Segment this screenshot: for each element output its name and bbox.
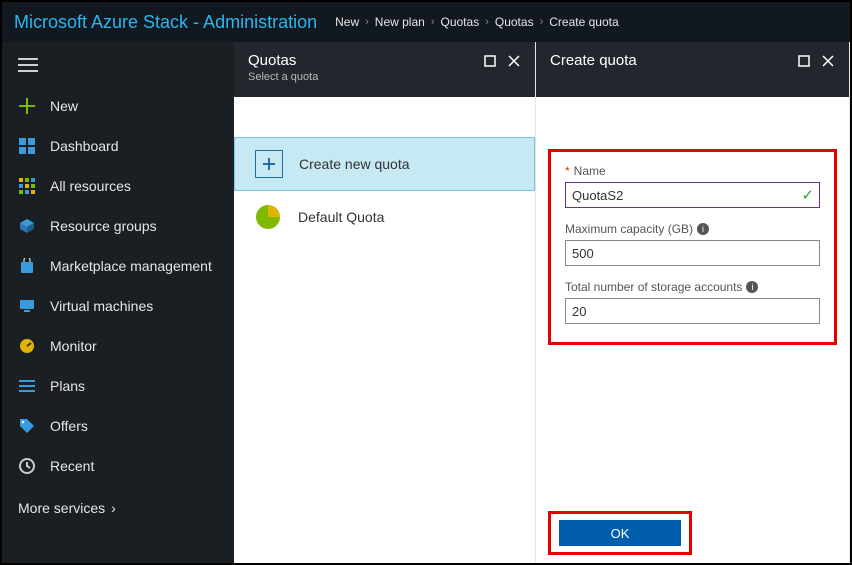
- maximize-icon[interactable]: [797, 54, 811, 68]
- sidebar-item-label: All resources: [50, 178, 131, 194]
- blade-subtitle: Select a quota: [248, 71, 318, 83]
- quota-item-default[interactable]: Default Quota: [234, 191, 535, 243]
- blade-title: Quotas: [248, 52, 318, 69]
- more-services-label: More services: [18, 500, 105, 516]
- sidebar-item-label: Recent: [50, 458, 94, 474]
- chevron-right-icon: ›: [540, 16, 544, 28]
- storage-accounts-label: Total number of storage accounts i: [565, 280, 820, 294]
- breadcrumb-item[interactable]: New: [335, 15, 359, 29]
- sidebar-item-label: Plans: [50, 378, 85, 394]
- sidebar-item-plans[interactable]: Plans: [2, 366, 234, 406]
- blade-header: Create quota: [536, 42, 849, 97]
- sidebar-item-all-resources[interactable]: All resources: [2, 166, 234, 206]
- close-icon[interactable]: [821, 54, 835, 68]
- label-text: Maximum capacity (GB): [565, 222, 693, 236]
- dashboard-icon: [18, 137, 36, 155]
- ok-button[interactable]: OK: [559, 520, 681, 546]
- plus-box-icon: [253, 148, 285, 180]
- sidebar-item-new[interactable]: New: [2, 86, 234, 126]
- breadcrumb-item[interactable]: Quotas: [495, 15, 534, 29]
- max-capacity-label: Maximum capacity (GB) i: [565, 222, 820, 236]
- required-star-icon: *: [565, 164, 570, 178]
- max-capacity-input[interactable]: [565, 240, 820, 266]
- breadcrumb-item[interactable]: Create quota: [549, 15, 618, 29]
- ok-highlight-box: OK: [548, 511, 692, 555]
- chevron-right-icon: ›: [365, 16, 369, 28]
- sidebar-item-marketplace[interactable]: Marketplace management: [2, 246, 234, 286]
- hamburger-button[interactable]: [2, 48, 234, 86]
- quota-item-label: Create new quota: [299, 156, 410, 172]
- topbar: Microsoft Azure Stack - Administration N…: [2, 2, 850, 42]
- clock-icon: [18, 457, 36, 475]
- chevron-right-icon: ›: [111, 500, 116, 516]
- sidebar-item-offers[interactable]: Offers: [2, 406, 234, 446]
- quota-item-label: Default Quota: [298, 209, 384, 225]
- maximize-icon[interactable]: [483, 54, 497, 68]
- grid-icon: [18, 177, 36, 195]
- sidebar-item-dashboard[interactable]: Dashboard: [2, 126, 234, 166]
- name-input[interactable]: [565, 182, 820, 208]
- app-title: Microsoft Azure Stack - Administration: [14, 12, 317, 33]
- sidebar-item-label: Marketplace management: [50, 258, 212, 274]
- tag-icon: [18, 417, 36, 435]
- blade-header: Quotas Select a quota: [234, 42, 535, 97]
- blade-title: Create quota: [550, 52, 637, 69]
- chevron-right-icon: ›: [431, 16, 435, 28]
- name-field-label: * Name: [565, 164, 820, 178]
- blade-quotas: Quotas Select a quota Create new quota: [234, 42, 536, 563]
- storage-accounts-input[interactable]: [565, 298, 820, 324]
- gauge-icon: [18, 337, 36, 355]
- list-icon: [18, 377, 36, 395]
- sidebar-item-label: Dashboard: [50, 138, 119, 154]
- label-text: Name: [574, 164, 606, 178]
- sidebar-item-label: Offers: [50, 418, 88, 434]
- info-icon[interactable]: i: [746, 281, 758, 293]
- cube-icon: [18, 217, 36, 235]
- sidebar: New Dashboard All resources Resource gro…: [2, 42, 234, 563]
- label-text: Total number of storage accounts: [565, 280, 742, 294]
- quota-item-create-new[interactable]: Create new quota: [234, 137, 535, 191]
- plus-icon: [18, 97, 36, 115]
- pie-icon: [252, 201, 284, 233]
- sidebar-item-label: Virtual machines: [50, 298, 153, 314]
- more-services-link[interactable]: More services ›: [2, 486, 234, 530]
- close-icon[interactable]: [507, 54, 521, 68]
- sidebar-item-label: New: [50, 98, 78, 114]
- check-valid-icon: ✓: [801, 186, 814, 204]
- sidebar-item-recent[interactable]: Recent: [2, 446, 234, 486]
- breadcrumb: New › New plan › Quotas › Quotas › Creat…: [335, 15, 619, 29]
- blades-area: Quotas Select a quota Create new quota: [234, 42, 850, 563]
- sidebar-item-label: Resource groups: [50, 218, 157, 234]
- sidebar-item-virtual-machines[interactable]: Virtual machines: [2, 286, 234, 326]
- sidebar-item-label: Monitor: [50, 338, 97, 354]
- breadcrumb-item[interactable]: New plan: [375, 15, 425, 29]
- blade-create-quota: Create quota * Name ✓: [536, 42, 850, 563]
- monitor-icon: [18, 297, 36, 315]
- sidebar-item-resource-groups[interactable]: Resource groups: [2, 206, 234, 246]
- form-highlight-box: * Name ✓ Maximum capacity (GB) i: [548, 149, 837, 345]
- sidebar-item-monitor[interactable]: Monitor: [2, 326, 234, 366]
- info-icon[interactable]: i: [697, 223, 709, 235]
- bag-icon: [18, 257, 36, 275]
- chevron-right-icon: ›: [485, 16, 489, 28]
- breadcrumb-item[interactable]: Quotas: [441, 15, 480, 29]
